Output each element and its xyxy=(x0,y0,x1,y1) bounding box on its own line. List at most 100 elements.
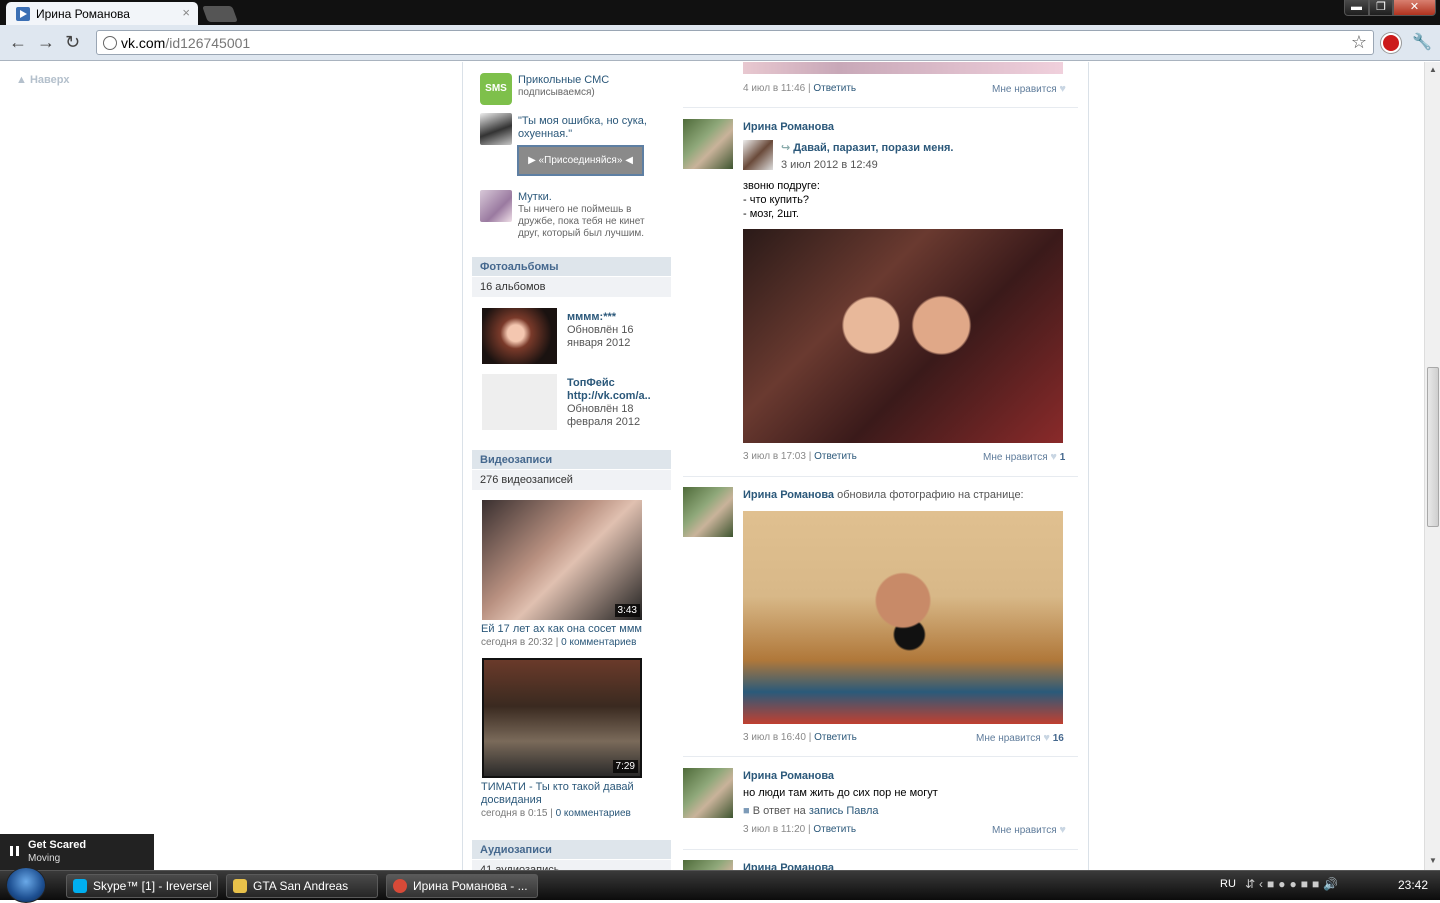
post-photo[interactable] xyxy=(743,229,1063,443)
post-text-line: - мозг, 2шт. xyxy=(743,208,799,220)
reply-link[interactable]: Ответить xyxy=(813,824,856,835)
reload-icon[interactable]: ↻ xyxy=(65,33,80,51)
group-avatar[interactable] xyxy=(480,190,512,222)
videos-count[interactable]: 276 видеозаписей xyxy=(472,470,671,490)
minimize-window-button[interactable]: ▬ xyxy=(1344,0,1369,16)
taskbar-item-label: GTA San Andreas xyxy=(253,879,349,893)
skype-icon xyxy=(73,879,87,893)
audio-count[interactable]: 41 аудиозапись xyxy=(472,860,671,870)
video-thumbnail[interactable]: 7:29 xyxy=(482,658,642,778)
sms-group-avatar[interactable]: SMS xyxy=(480,73,512,105)
post-photo-partial[interactable] xyxy=(743,62,1063,74)
reply-link[interactable]: Ответить xyxy=(814,732,857,743)
videos-header[interactable]: Видеозаписи xyxy=(472,450,671,469)
back-to-top-link[interactable]: ▲ Наверх xyxy=(16,74,69,86)
page-viewport: ▲ Наверх SMS Прикольные СМС подписываемс… xyxy=(0,62,1424,870)
video-thumbnail[interactable]: 3:43 xyxy=(482,500,642,620)
video-title[interactable]: Ей 17 лет ах как она сосет ммм xyxy=(481,623,651,636)
like-label: Мне нравится xyxy=(992,84,1057,95)
album-title[interactable]: мммм:*** xyxy=(567,311,616,324)
audio-header[interactable]: Аудиозаписи xyxy=(472,840,671,859)
post-action-text: обновила фотографию на странице: xyxy=(837,489,1024,501)
video-title[interactable]: ТИМАТИ - Ты кто такой давай досвидания xyxy=(481,781,651,807)
pause-icon[interactable] xyxy=(10,846,19,856)
post-meta: 4 июл в 11:46 | Ответить xyxy=(743,83,857,94)
reply-to-link[interactable]: запись Павла xyxy=(809,805,879,817)
up-arrow-icon: ▲ xyxy=(16,74,30,86)
post-author[interactable]: Ирина Романова xyxy=(743,862,834,870)
address-bar[interactable]: vk.com/id126745001 ☆ xyxy=(96,30,1374,55)
photo-albums-header[interactable]: Фотоальбомы xyxy=(472,257,671,276)
author-avatar[interactable] xyxy=(683,487,733,537)
group-name[interactable]: Мутки. xyxy=(518,191,552,204)
video-comments-link[interactable]: 0 комментариев xyxy=(556,808,631,819)
media-notification[interactable]: Get Scared Moving xyxy=(0,834,154,870)
group-avatar[interactable] xyxy=(480,113,512,145)
photo-albums-count[interactable]: 16 альбомов xyxy=(472,277,671,297)
back-to-top-label: Наверх xyxy=(29,74,70,86)
taskbar-item-folder[interactable]: GTA San Andreas xyxy=(226,874,378,898)
author-avatar[interactable] xyxy=(683,119,733,169)
post-author[interactable]: Ирина Романова xyxy=(743,121,834,133)
like-button[interactable]: Мне нравится ♥ 16 xyxy=(976,732,1064,744)
repost-source-avatar[interactable] xyxy=(743,140,773,170)
heart-icon: ♥ xyxy=(1043,732,1050,744)
like-button[interactable]: Мне нравится ♥ xyxy=(992,824,1066,836)
new-tab-button[interactable] xyxy=(202,6,238,22)
post-text-line: звоню подруге: xyxy=(743,180,820,192)
post-divider xyxy=(683,849,1078,850)
browser-tab-active[interactable]: Ирина Романова × xyxy=(6,2,198,25)
language-indicator[interactable]: RU xyxy=(1220,878,1236,890)
post-text-line: - что купить? xyxy=(743,194,809,206)
forward-arrow-icon[interactable]: → xyxy=(37,33,55,51)
album-cover-empty[interactable] xyxy=(482,374,557,430)
maximize-window-button[interactable]: ❐ xyxy=(1369,0,1393,16)
scroll-up-arrow-icon[interactable]: ▲ xyxy=(1429,65,1437,74)
like-button[interactable]: Мне нравится ♥ xyxy=(992,83,1066,95)
reply-link[interactable]: Ответить xyxy=(814,451,857,462)
post-date[interactable]: 3 июл в 16:40 xyxy=(743,732,806,743)
join-group-banner[interactable]: ▶ «Присоединяйся» ◀ xyxy=(517,145,644,176)
reply-link[interactable]: Ответить xyxy=(813,83,856,94)
post-date[interactable]: 3 июл в 17:03 xyxy=(743,451,806,462)
system-tray-icons[interactable]: ⇵‹■●●■■🔊 xyxy=(1245,877,1342,891)
heart-icon: ♥ xyxy=(1059,824,1066,836)
back-arrow-icon[interactable]: ← xyxy=(9,33,27,51)
extension-icon[interactable] xyxy=(1381,33,1401,53)
post-divider xyxy=(683,107,1078,108)
taskbar-item-skype[interactable]: Skype™ [1] - Ireversel xyxy=(66,874,218,898)
window-titlebar: Ирина Романова × ▬ ❐ ✕ xyxy=(0,0,1440,25)
post-author-name[interactable]: Ирина Романова xyxy=(743,489,834,501)
page-scrollbar[interactable]: ▲ ▼ xyxy=(1424,62,1440,870)
scrollbar-thumb[interactable] xyxy=(1427,367,1439,527)
taskbar-clock[interactable]: 23:42 xyxy=(1398,878,1428,892)
close-window-button[interactable]: ✕ xyxy=(1393,0,1436,16)
author-avatar[interactable] xyxy=(683,768,733,818)
group-name[interactable]: Прикольные СМС xyxy=(518,74,609,87)
taskbar-item-chrome[interactable]: Ирина Романова - ... xyxy=(386,874,538,898)
like-button[interactable]: Мне нравится ♥ 1 xyxy=(983,451,1065,463)
bookmark-star-icon[interactable]: ☆ xyxy=(1351,32,1367,53)
notification-subtitle: Moving xyxy=(28,853,61,864)
repost-date[interactable]: 3 июл 2012 в 12:49 xyxy=(781,159,878,171)
heart-icon: ♥ xyxy=(1050,451,1057,463)
author-avatar[interactable] xyxy=(683,860,733,870)
scroll-down-arrow-icon[interactable]: ▼ xyxy=(1429,856,1437,865)
video-comments-link[interactable]: 0 комментариев xyxy=(561,637,636,648)
close-tab-icon[interactable]: × xyxy=(182,5,190,20)
video-date: сегодня в 0:15 xyxy=(481,808,548,819)
group-name[interactable]: "Ты моя ошибка, но сука, охуенная." xyxy=(518,115,666,141)
album-title[interactable]: ТопФейс http://vk.com/a.. xyxy=(567,377,667,403)
post-date[interactable]: 3 июл в 11:20 xyxy=(743,824,805,835)
like-count: 16 xyxy=(1052,733,1064,744)
settings-wrench-icon[interactable]: 🔧 xyxy=(1412,32,1432,52)
start-button[interactable] xyxy=(6,867,46,903)
page-info-icon[interactable] xyxy=(103,36,117,50)
album-cover[interactable] xyxy=(482,308,557,364)
repost-title[interactable]: Давай, паразит, порази меня. xyxy=(793,142,953,154)
heart-icon: ♥ xyxy=(1059,83,1066,95)
profile-photo-update[interactable] xyxy=(743,511,1063,724)
post-date[interactable]: 4 июл в 11:46 xyxy=(743,83,805,94)
post-author[interactable]: Ирина Романова xyxy=(743,770,834,782)
post-meta: 3 июл в 16:40 | Ответить xyxy=(743,732,857,743)
